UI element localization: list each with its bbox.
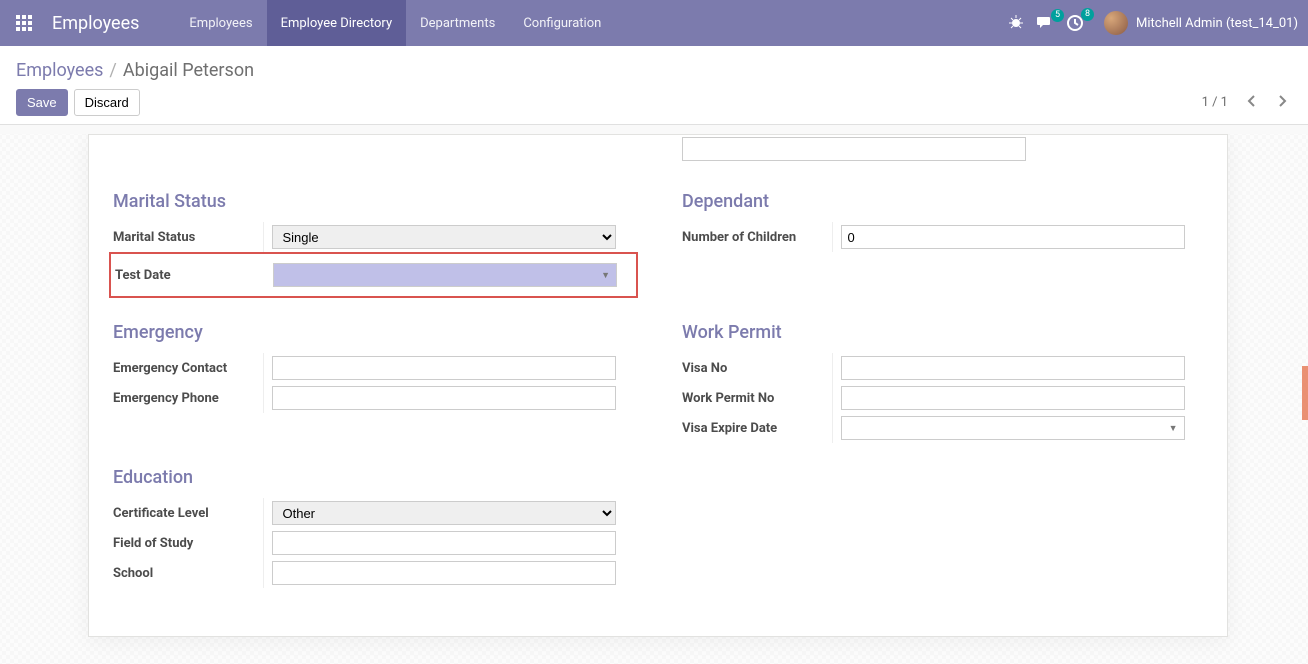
discuss-icon[interactable]: 5 [1036, 15, 1054, 31]
avatar [1104, 11, 1128, 35]
control-panel: Employees / Abigail Peterson Save Discar… [0, 46, 1308, 125]
dependant-group: Dependant Number of Children [682, 191, 1203, 298]
emergency-title: Emergency [113, 322, 634, 343]
username: Mitchell Admin (test_14_01) [1136, 16, 1298, 31]
user-menu[interactable]: Mitchell Admin (test_14_01) [1104, 11, 1298, 35]
pager-prev-icon[interactable] [1242, 92, 1260, 114]
form-sheet: Marital Status Marital Status Single Tes… [88, 134, 1228, 637]
field-of-study-input[interactable] [272, 531, 616, 555]
nav-menu: Employees Employee Directory Departments… [175, 0, 615, 46]
nav-configuration[interactable]: Configuration [509, 0, 615, 46]
visa-no-input[interactable] [841, 356, 1185, 380]
field-of-study-label: Field of Study [113, 528, 263, 558]
pager-next-icon[interactable] [1274, 92, 1292, 114]
visa-no-label: Visa No [682, 353, 832, 383]
nav-departments[interactable]: Departments [406, 0, 509, 46]
children-input[interactable] [841, 225, 1185, 249]
breadcrumb-root[interactable]: Employees [16, 60, 103, 81]
children-label: Number of Children [682, 222, 832, 252]
test-date-input[interactable]: ▼ [273, 263, 617, 287]
discuss-badge: 5 [1051, 9, 1064, 22]
emergency-group: Emergency Emergency Contact Emergency Ph… [113, 322, 634, 443]
education-title: Education [113, 467, 634, 488]
emergency-contact-label: Emergency Contact [113, 353, 263, 383]
scroll-indicator [1302, 366, 1308, 420]
emergency-phone-label: Emergency Phone [113, 383, 263, 413]
test-date-highlight: Test Date ▼ [109, 252, 638, 298]
marital-status-title: Marital Status [113, 191, 634, 212]
debug-icon[interactable] [1008, 15, 1024, 31]
marital-status-group: Marital Status Marital Status Single Tes… [113, 191, 634, 298]
nav-employee-directory[interactable]: Employee Directory [267, 0, 407, 46]
work-permit-group: Work Permit Visa No Work Permit No Visa … [682, 322, 1203, 443]
marital-status-label: Marital Status [113, 222, 263, 252]
breadcrumb-sep: / [109, 60, 116, 81]
activities-badge: 8 [1081, 8, 1094, 21]
form-view-scroll[interactable]: Marital Status Marital Status Single Tes… [0, 134, 1308, 664]
work-permit-title: Work Permit [682, 322, 1203, 343]
certificate-select[interactable]: Other [272, 501, 616, 525]
certificate-label: Certificate Level [113, 498, 263, 528]
breadcrumb-current: Abigail Peterson [123, 60, 254, 81]
school-input[interactable] [272, 561, 616, 585]
dropdown-caret-icon: ▼ [601, 270, 610, 281]
brand-title[interactable]: Employees [52, 13, 139, 34]
prev-section-input[interactable] [682, 137, 1026, 161]
apps-icon[interactable] [10, 9, 38, 37]
visa-expire-label: Visa Expire Date [682, 413, 832, 443]
dropdown-caret-icon: ▼ [1169, 423, 1178, 434]
marital-status-select[interactable]: Single [272, 225, 616, 249]
visa-expire-input[interactable]: ▼ [841, 416, 1185, 440]
emergency-contact-input[interactable] [272, 356, 616, 380]
main-navbar: Employees Employees Employee Directory D… [0, 0, 1308, 46]
activities-icon[interactable]: 8 [1066, 14, 1084, 32]
work-permit-no-input[interactable] [841, 386, 1185, 410]
nav-employees[interactable]: Employees [175, 0, 266, 46]
save-button[interactable]: Save [16, 89, 68, 116]
test-date-label: Test Date [115, 260, 265, 290]
discard-button[interactable]: Discard [74, 89, 140, 116]
work-permit-no-label: Work Permit No [682, 383, 832, 413]
school-label: School [113, 558, 263, 588]
emergency-phone-input[interactable] [272, 386, 616, 410]
dependant-title: Dependant [682, 191, 1203, 212]
pager-count[interactable]: 1 / 1 [1202, 95, 1228, 110]
education-group: Education Certificate Level Other Field … [113, 467, 634, 588]
breadcrumb: Employees / Abigail Peterson [16, 60, 1292, 81]
